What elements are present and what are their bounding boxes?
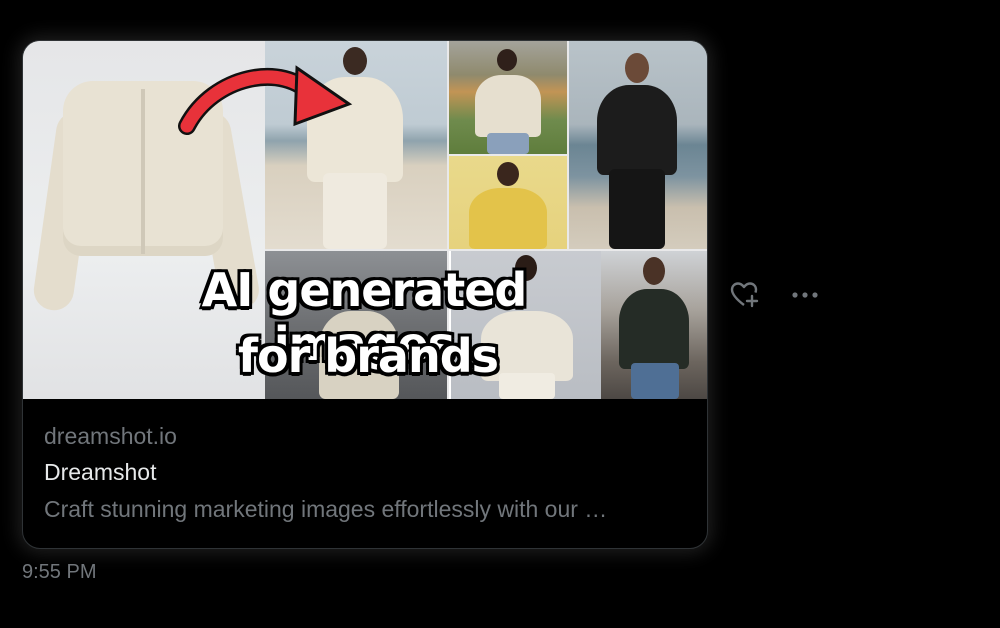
headline-line-2: for brands — [236, 328, 500, 385]
model-jacket — [475, 75, 541, 137]
link-domain: dreamshot.io — [44, 423, 177, 449]
heart-plus-icon — [730, 282, 759, 308]
model-jacket — [619, 289, 689, 369]
message-timestamp: 9:55 PM — [22, 561, 97, 583]
model-photo-black-outfit — [569, 41, 707, 249]
preview-image[interactable]: AI generated images for brands — [23, 41, 707, 399]
model-photo-yellow — [449, 156, 567, 249]
jacket-placket — [141, 89, 145, 254]
model-head — [497, 49, 517, 71]
more-options-button[interactable] — [788, 280, 822, 310]
arrow-icon — [178, 65, 353, 135]
model-trousers — [323, 173, 387, 249]
model-trousers — [609, 169, 665, 249]
page: AI generated images for brands dreamshot… — [0, 0, 1000, 628]
model-head — [497, 162, 519, 186]
link-description: Craft stunning marketing images effortle… — [44, 496, 608, 522]
ellipsis-icon — [792, 292, 818, 298]
link-title[interactable]: Dreamshot — [44, 457, 687, 487]
model-head — [643, 257, 665, 285]
model-head — [625, 53, 649, 83]
like-button[interactable] — [728, 280, 762, 310]
link-meta: dreamshot.io Dreamshot Craft stunning ma… — [44, 421, 687, 524]
model-jacket — [469, 188, 547, 249]
model-photo-city — [601, 251, 707, 399]
model-photo-park — [449, 41, 567, 154]
model-jeans — [631, 363, 679, 399]
link-preview-card[interactable]: AI generated images for brands dreamshot… — [22, 40, 708, 549]
model-jeans — [487, 133, 529, 154]
model-jacket — [597, 85, 677, 175]
